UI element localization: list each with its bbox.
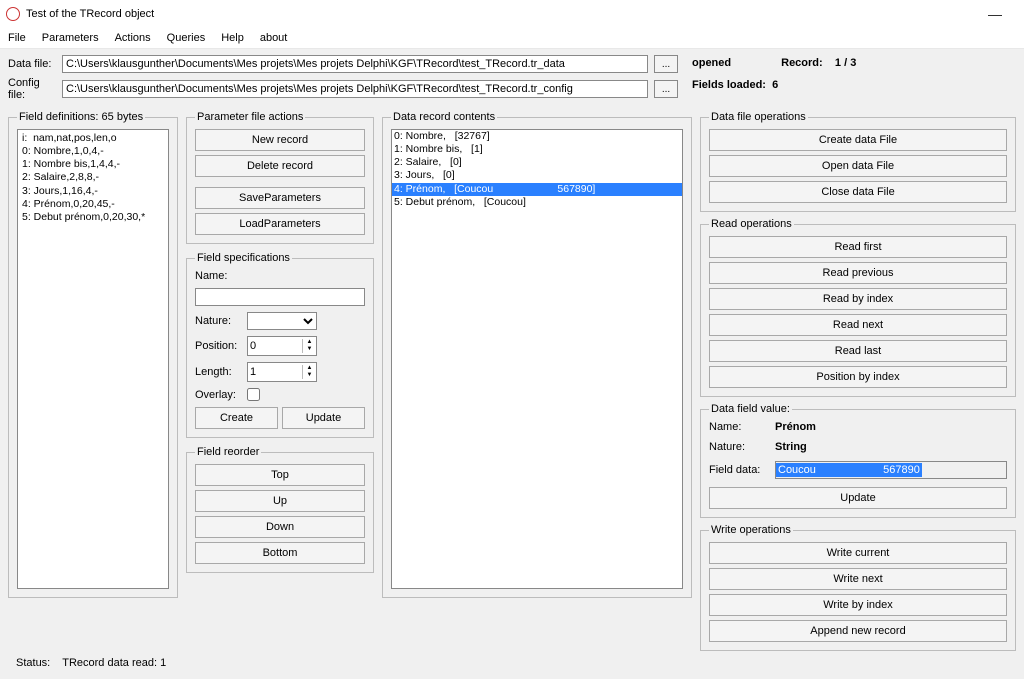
write-operations-group: Write operations Write current Write nex… <box>700 524 1016 651</box>
list-item[interactable]: 2: Salaire,2,8,8,- <box>20 171 166 184</box>
read-previous-button[interactable]: Read previous <box>709 262 1007 284</box>
dfv-data-input[interactable]: Coucou 567890 <box>775 461 1007 479</box>
read-ops-legend: Read operations <box>709 218 794 230</box>
list-item[interactable]: 3: Jours, [0] <box>392 169 682 182</box>
list-item[interactable]: 4: Prénom, [Coucou 567890] <box>392 183 682 196</box>
record-label: Record: <box>781 57 823 69</box>
record-contents-legend: Data record contents <box>391 111 497 123</box>
list-item[interactable]: 0: Nombre,1,0,4,- <box>20 145 166 158</box>
menu-queries[interactable]: Queries <box>167 32 206 44</box>
fs-name-input[interactable] <box>195 288 365 306</box>
list-item[interactable]: 1: Nombre bis,1,4,4,- <box>20 158 166 171</box>
data-file-label: Data file: <box>8 58 56 70</box>
write-next-button[interactable]: Write next <box>709 568 1007 590</box>
dfo-legend: Data file operations <box>709 111 808 123</box>
dfv-nature-value: String <box>775 441 807 453</box>
save-parameters-button[interactable]: SaveParameters <box>195 187 365 209</box>
fs-name-label: Name: <box>195 270 243 282</box>
fs-create-button[interactable]: Create <box>195 407 278 429</box>
delete-record-button[interactable]: Delete record <box>195 155 365 177</box>
reorder-legend: Field reorder <box>195 446 261 458</box>
fs-nature-select[interactable] <box>247 312 317 330</box>
app-icon <box>6 7 20 21</box>
menu-parameters[interactable]: Parameters <box>42 32 99 44</box>
fs-nature-label: Nature: <box>195 315 243 327</box>
config-file-input[interactable] <box>62 80 648 98</box>
dfv-name-label: Name: <box>709 421 767 433</box>
dfv-data-label: Field data: <box>709 464 767 476</box>
data-file-browse-button[interactable]: ... <box>654 55 678 73</box>
list-item[interactable]: 3: Jours,1,16,4,- <box>20 185 166 198</box>
new-record-button[interactable]: New record <box>195 129 365 151</box>
list-item[interactable]: i: nam,nat,pos,len,o <box>20 132 166 145</box>
field-definitions-list[interactable]: i: nam,nat,pos,len,o0: Nombre,1,0,4,-1: … <box>17 129 169 589</box>
dfv-nature-label: Nature: <box>709 441 767 453</box>
list-item[interactable]: 5: Debut prénom, [Coucou] <box>392 196 682 209</box>
open-data-file-button[interactable]: Open data File <box>709 155 1007 177</box>
position-by-index-button[interactable]: Position by index <box>709 366 1007 388</box>
data-field-value-group: Data field value: Name: Prénom Nature: S… <box>700 403 1016 518</box>
window-title: Test of the TRecord object <box>26 8 154 20</box>
menu-actions[interactable]: Actions <box>115 32 151 44</box>
write-ops-legend: Write operations <box>709 524 793 536</box>
list-item[interactable]: 4: Prénom,0,20,45,- <box>20 198 166 211</box>
field-definitions-legend: Field definitions: 65 bytes <box>17 111 145 123</box>
parameter-file-actions-group: Parameter file actions New record Delete… <box>186 111 374 244</box>
fs-position-spinner[interactable]: ▲▼ <box>247 336 317 356</box>
fs-overlay-checkbox[interactable] <box>247 388 260 401</box>
reorder-up-button[interactable]: Up <box>195 490 365 512</box>
record-contents-list[interactable]: 0: Nombre, [32767]1: Nombre bis, [1]2: S… <box>391 129 683 589</box>
config-file-browse-button[interactable]: ... <box>654 80 678 98</box>
fs-overlay-label: Overlay: <box>195 389 243 401</box>
append-new-record-button[interactable]: Append new record <box>709 620 1007 642</box>
dfv-update-button[interactable]: Update <box>709 487 1007 509</box>
read-first-button[interactable]: Read first <box>709 236 1007 258</box>
fields-loaded-label: Fields loaded: <box>692 79 766 91</box>
list-item[interactable]: 2: Salaire, [0] <box>392 156 682 169</box>
dfv-legend: Data field value: <box>709 403 792 415</box>
status-value: TRecord data read: 1 <box>62 657 166 669</box>
list-item[interactable]: 5: Debut prénom,0,20,30,* <box>20 211 166 224</box>
create-data-file-button[interactable]: Create data File <box>709 129 1007 151</box>
field-definitions-group: Field definitions: 65 bytes i: nam,nat,p… <box>8 111 178 598</box>
load-parameters-button[interactable]: LoadParameters <box>195 213 365 235</box>
data-file-input[interactable] <box>62 55 648 73</box>
titlebar: Test of the TRecord object — <box>0 0 1024 28</box>
list-item[interactable]: 0: Nombre, [32767] <box>392 130 682 143</box>
config-file-label: Config file: <box>8 77 56 101</box>
fs-position-label: Position: <box>195 340 243 352</box>
reorder-top-button[interactable]: Top <box>195 464 365 486</box>
write-current-button[interactable]: Write current <box>709 542 1007 564</box>
menu-about[interactable]: about <box>260 32 288 44</box>
status-label: Status: <box>16 657 50 669</box>
write-by-index-button[interactable]: Write by index <box>709 594 1007 616</box>
read-last-button[interactable]: Read last <box>709 340 1007 362</box>
fs-length-label: Length: <box>195 366 243 378</box>
dfv-name-value: Prénom <box>775 421 816 433</box>
field-spec-legend: Field specifications <box>195 252 292 264</box>
minimize-button[interactable]: — <box>988 6 1014 22</box>
reorder-bottom-button[interactable]: Bottom <box>195 542 365 564</box>
reorder-down-button[interactable]: Down <box>195 516 365 538</box>
read-next-button[interactable]: Read next <box>709 314 1007 336</box>
menu-help[interactable]: Help <box>221 32 244 44</box>
close-data-file-button[interactable]: Close data File <box>709 181 1007 203</box>
fs-length-spinner[interactable]: ▲▼ <box>247 362 317 382</box>
status-opened: opened <box>692 57 731 69</box>
field-specifications-group: Field specifications Name: Nature: Posit… <box>186 252 374 438</box>
field-reorder-group: Field reorder Top Up Down Bottom <box>186 446 374 573</box>
fs-update-button[interactable]: Update <box>282 407 365 429</box>
data-file-operations-group: Data file operations Create data File Op… <box>700 111 1016 212</box>
param-actions-legend: Parameter file actions <box>195 111 305 123</box>
menu-file[interactable]: File <box>8 32 26 44</box>
read-by-index-button[interactable]: Read by index <box>709 288 1007 310</box>
read-operations-group: Read operations Read first Read previous… <box>700 218 1016 397</box>
list-item[interactable]: 1: Nombre bis, [1] <box>392 143 682 156</box>
data-record-contents-group: Data record contents 0: Nombre, [32767]1… <box>382 111 692 598</box>
menubar: File Parameters Actions Queries Help abo… <box>0 28 1024 49</box>
record-value: 1 / 3 <box>835 57 856 69</box>
fields-loaded-value: 6 <box>772 79 778 91</box>
